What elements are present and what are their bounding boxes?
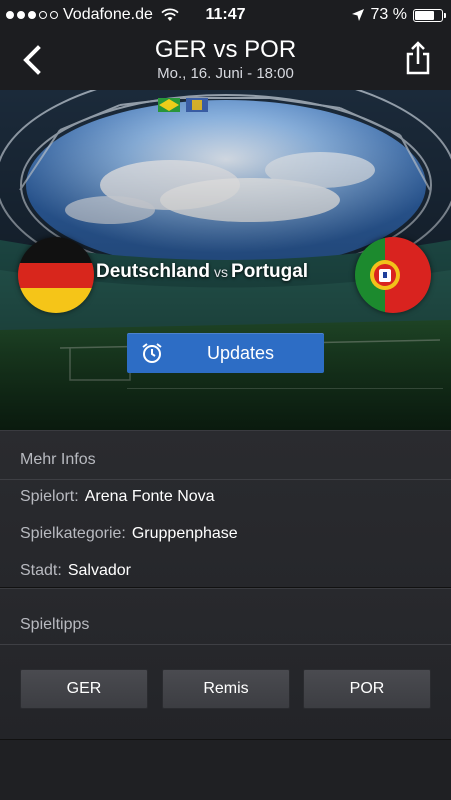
teams-row: Deutschland vs Portugal bbox=[0, 235, 451, 315]
vs-label: vs bbox=[214, 264, 229, 280]
status-bar: Vodafone.de 11:47 73 % bbox=[0, 0, 451, 30]
location-arrow-icon bbox=[351, 9, 364, 21]
divider bbox=[0, 644, 451, 645]
battery-fill bbox=[415, 10, 434, 20]
portugal-flag-icon bbox=[355, 237, 431, 313]
venue-label: Spielort: bbox=[20, 488, 79, 505]
more-info-title: Mehr Infos bbox=[20, 451, 96, 468]
share-button[interactable] bbox=[403, 40, 433, 76]
tip-por-button[interactable]: POR bbox=[303, 669, 431, 709]
status-right: 73 % bbox=[351, 6, 446, 24]
navigation-bar: GER vs POR Mo., 16. Juni - 18:00 bbox=[0, 30, 451, 90]
more-info-section: Mehr Infos Spielort: Arena Fonte Nova Spi… bbox=[0, 430, 451, 588]
category-row: Spielkategorie: Gruppenphase bbox=[20, 525, 238, 543]
tip-draw-button[interactable]: Remis bbox=[162, 669, 290, 709]
match-date: Mo., 16. Juni - 18:00 bbox=[157, 65, 294, 82]
city-label: Stadt: bbox=[20, 562, 62, 579]
page-title: GER vs POR bbox=[154, 36, 297, 63]
tips-title: Spieltipps bbox=[20, 616, 90, 633]
home-team-name: Deutschland bbox=[96, 261, 211, 282]
empty-area bbox=[0, 740, 451, 800]
divider bbox=[127, 388, 443, 389]
city-row: Stadt: Salvador bbox=[20, 562, 131, 580]
category-value: Gruppenphase bbox=[131, 525, 238, 542]
stadium-hero-image: Deutschland vs Portugal Updates bbox=[0, 90, 451, 430]
away-team-name: Portugal bbox=[231, 261, 309, 282]
updates-button-label: Updates bbox=[206, 343, 275, 363]
tip-ger-button[interactable]: GER bbox=[20, 669, 148, 709]
battery-percent: 73 % bbox=[370, 6, 407, 23]
venue-value: Arena Fonte Nova bbox=[84, 488, 215, 505]
tips-section: Spieltipps GER Remis POR bbox=[0, 588, 451, 740]
battery-icon bbox=[413, 8, 446, 22]
germany-flag-icon bbox=[18, 237, 94, 313]
divider bbox=[0, 479, 451, 480]
match-teams: Deutschland vs Portugal bbox=[96, 261, 308, 283]
venue-row: Spielort: Arena Fonte Nova bbox=[20, 488, 215, 506]
city-value: Salvador bbox=[67, 562, 131, 579]
updates-button[interactable]: Updates bbox=[127, 333, 324, 373]
category-label: Spielkategorie: bbox=[20, 525, 126, 542]
